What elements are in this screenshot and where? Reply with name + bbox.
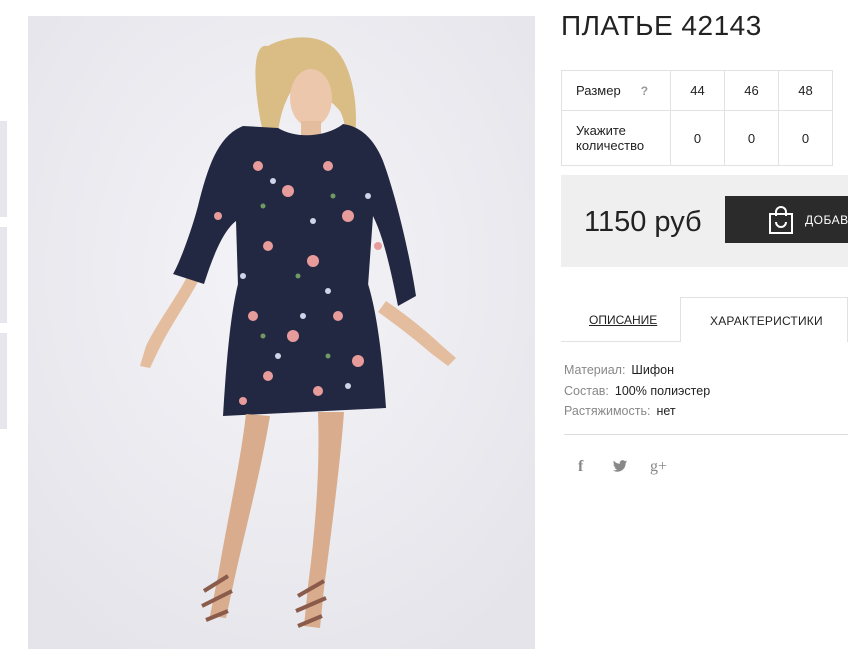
quantity-input-48[interactable]: 0 [778, 110, 833, 166]
quantity-label-text: Укажите количество [576, 123, 645, 153]
product-photo[interactable] [28, 16, 535, 649]
price: 1150 руб [584, 206, 702, 238]
quantity-label: Укажите количество [561, 110, 671, 166]
size-table: Размер? 44 46 48 Укажите количество 0 0 … [561, 70, 833, 166]
size-48: 48 [778, 70, 833, 111]
tab-description[interactable]: ОПИСАНИЕ [561, 299, 680, 342]
spec-key: Материал: [564, 363, 626, 377]
spec-row: Материал: Шифон [564, 360, 710, 381]
add-to-cart-label: ДОБАВИТЬ В КОРЗИНУ [805, 213, 848, 227]
facebook-icon[interactable]: f [578, 458, 583, 476]
tab-description-label: ОПИСАНИЕ [589, 313, 658, 327]
product-title: ПЛАТЬЕ 42143 [561, 10, 762, 41]
tab-characteristics-label: ХАРАКТЕРИСТИКИ [710, 314, 823, 328]
help-icon[interactable]: ? [641, 84, 648, 98]
divider [564, 434, 848, 435]
tab-characteristics[interactable]: ХАРАКТЕРИСТИКИ [680, 297, 848, 342]
spec-value: 100% полиэстер [614, 383, 711, 398]
price-bar: 1150 руб ДОБАВИТЬ В КОРЗИНУ [561, 175, 848, 267]
size-46: 46 [724, 70, 779, 111]
thumbnail-3[interactable] [0, 333, 7, 429]
quantity-input-46[interactable]: 0 [724, 110, 779, 166]
google-plus-icon[interactable]: g+ [650, 458, 667, 476]
size-44: 44 [670, 70, 725, 111]
spec-row: Растяжимость: нет [564, 401, 710, 422]
quantity-input-44[interactable]: 0 [670, 110, 725, 166]
characteristics-list: Материал: Шифон Состав: 100% полиэстер Рас… [564, 360, 710, 422]
spec-value: нет [656, 404, 676, 418]
thumbnail-1[interactable] [0, 121, 7, 217]
size-label-cell: Размер? [561, 70, 671, 111]
add-to-cart-button[interactable]: ДОБАВИТЬ В КОРЗИНУ [725, 196, 848, 243]
twitter-icon[interactable] [612, 460, 628, 473]
size-label: Размер [576, 83, 621, 98]
spec-key: Растяжимость: [564, 404, 651, 418]
shopping-bag-icon [769, 206, 793, 234]
spec-value: Шифон [631, 363, 674, 377]
thumbnail-2[interactable] [0, 227, 7, 323]
spec-key: Состав: [564, 383, 609, 398]
spec-row: Состав: 100% полиэстер [564, 381, 710, 402]
